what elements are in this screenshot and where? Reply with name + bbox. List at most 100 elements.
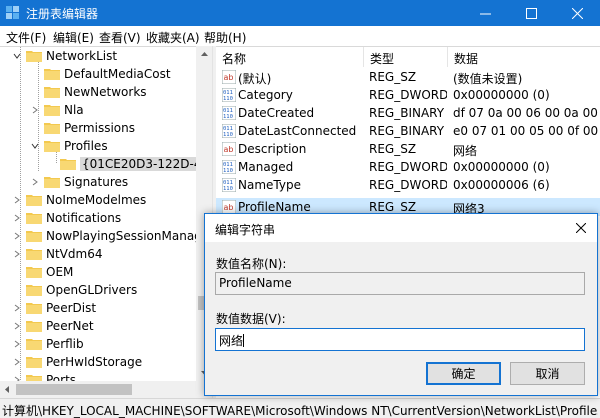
value-row[interactable]: 011 110 NameType REG_DWORD 0x00000006 (6) [216,176,600,194]
tree-item-peerdist[interactable]: PeerDist [12,299,96,317]
close-icon [576,223,586,233]
menu-edit[interactable]: 编辑(E) [53,29,94,46]
scroll-left-arrow-icon[interactable] [5,386,9,393]
value-type: REG_SZ [369,70,417,84]
tree-item-perhwidstorage[interactable]: PerHwIdStorage [12,353,142,371]
chevron-down-icon[interactable] [30,141,40,151]
tree-item-label: PeerNet [46,319,94,333]
binary-value-icon: 011110 [222,160,236,174]
folder-icon [26,249,42,260]
chevron-right-icon[interactable] [12,303,22,313]
dialog-close-button[interactable] [569,216,593,240]
tree-item-nowplayingsessionmanager[interactable]: NowPlayingSessionManager [12,227,212,245]
value-data: 0x00000000 (0) [453,88,550,102]
folder-icon [44,69,60,80]
tree-item-oem[interactable]: OEM [26,263,73,281]
menu-bar: 文件(F) 编辑(E) 查看(V) 收藏夹(A) 帮助(H) [0,26,600,46]
tree-item-opengldrivers[interactable]: OpenGLDrivers [26,281,137,299]
tree-item-permissions[interactable]: Permissions [44,119,135,137]
tree-item-ntvdm64[interactable]: NtVdm64 [12,245,102,263]
folder-icon [44,105,60,116]
value-type: REG_DWORD [369,88,447,102]
tree-item-newnetworks[interactable]: NewNetworks [44,83,147,101]
chevron-right-icon[interactable] [12,357,22,367]
chevron-down-icon[interactable] [12,51,22,61]
tree-item-peernet[interactable]: PeerNet [12,317,94,335]
value-row[interactable]: 011 110 DateLastConnected REG_BINARY e0 0… [216,122,600,140]
cancel-button[interactable]: 取消 [510,362,585,385]
chevron-right-icon[interactable] [12,321,22,331]
value-type: REG_DWORD [369,178,447,192]
tree-item-label: OpenGLDrivers [46,283,138,297]
menu-favorites[interactable]: 收藏夹(A) [146,29,200,46]
chevron-right-icon[interactable] [12,339,22,349]
status-path: 计算机\HKEY_LOCAL_MACHINE\SOFTWARE\Microsof… [2,404,598,418]
tree-item-label: NoImeModelmes [46,193,147,207]
minimize-button[interactable] [462,0,508,26]
tree-item-defaultmediacost[interactable]: DefaultMediaCost [44,65,171,83]
registry-tree[interactable]: NetworkList DefaultMediaCost NewNetworks… [0,46,212,398]
close-button[interactable] [554,0,600,26]
maximize-button[interactable] [508,0,554,26]
folder-icon [44,141,60,152]
tree-horizontal-scrollbar[interactable] [0,381,212,398]
close-icon [571,7,583,19]
value-data: (数值未设置) [453,72,523,86]
column-header-type[interactable]: 类型 [364,47,448,67]
value-row[interactable]: 011 110 DateCreated REG_BINARY df 07 0a 0… [216,104,600,122]
svg-text:ab: ab [224,145,234,154]
binary-value-icon: 011110 [222,88,236,102]
tree-item-profile-guid[interactable]: {01CE20D3-122D-4EF0- [60,155,212,173]
tree-item-label: Profiles [64,139,108,153]
value-row[interactable]: 011 110 Managed REG_DWORD 0x00000000 (0) [216,158,600,176]
svg-text:110: 110 [223,132,233,138]
string-value-icon: ab [222,142,236,156]
scrollbar-thumb[interactable] [16,384,132,395]
binary-value-icon: 011110 [222,178,236,192]
tree-item-perflib[interactable]: Perflib [12,335,84,353]
value-name: ProfileName [238,200,311,214]
tree-item-noimemodelmes[interactable]: NoImeModelmes [12,191,146,209]
dialog-title: 编辑字符串 [215,223,276,237]
value-row[interactable]: ab Description REG_SZ 网络 [216,140,600,158]
menu-view[interactable]: 查看(V) [99,29,141,46]
chevron-right-icon[interactable] [12,249,22,259]
value-data-input[interactable]: 网络 [215,328,585,351]
chevron-right-icon[interactable] [12,231,22,241]
binary-value-icon: 011110 [222,124,236,138]
title-bar: 注册表编辑器 [0,0,600,26]
tree-item-profiles[interactable]: Profiles [30,137,108,155]
tree-item-nla[interactable]: Nla [30,101,84,119]
svg-text:110: 110 [223,114,233,120]
chevron-right-icon[interactable] [12,213,22,223]
value-data: 网络 [453,144,478,158]
folder-icon [44,87,60,98]
folder-icon [60,159,76,170]
ok-button[interactable]: 确定 [426,362,501,385]
value-row[interactable]: 011 110 Category REG_DWORD 0x00000000 (0) [216,86,600,104]
tree-item-label: NetworkList [46,49,118,63]
chevron-right-icon[interactable] [30,177,40,187]
value-name: Managed [238,160,294,174]
tree-item-label: Perflib [46,337,84,351]
menu-help[interactable]: 帮助(H) [204,29,246,46]
tree-item-label: PerHwIdStorage [46,355,143,369]
menu-file[interactable]: 文件(F) [6,29,46,46]
value-name: (默认) [238,72,272,86]
column-header-name[interactable]: 名称 [216,47,364,67]
folder-icon [44,177,60,188]
tree-item-notifications[interactable]: Notifications [12,209,121,227]
binary-value-icon: 011110 [222,106,236,120]
value-data-text: 网络 [219,334,244,348]
tree-item-label: {01CE20D3-122D-4EF0- [80,157,212,171]
chevron-right-icon[interactable] [30,105,40,115]
chevron-right-icon[interactable] [12,195,22,205]
value-data-label: 数值数据(V): [216,312,286,326]
tree-item-signatures[interactable]: Signatures [30,173,128,191]
tree-item-label: NtVdm64 [46,247,103,261]
column-header-data[interactable]: 数据 [448,47,600,67]
tree-item-networklist[interactable]: NetworkList [12,47,117,65]
scroll-up-arrow-icon[interactable] [196,46,212,62]
minimize-icon [479,13,491,14]
value-row[interactable]: ab (默认) REG_SZ (数值未设置) [216,68,600,86]
